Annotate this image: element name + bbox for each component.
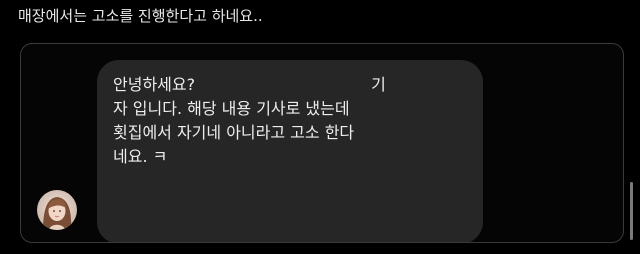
embedded-message-screenshot: 안녕하세요? 기 자 입니다. 해당 내용 기사로 냈는데 횟집에서 자기네 아니…: [20, 43, 624, 243]
avatar-graphic: [37, 190, 77, 230]
message-line-1: 안녕하세요? 기: [113, 73, 473, 97]
message-line-2: 자 입니다. 해당 내용 기사로 냈는데: [113, 99, 350, 118]
message-line-1-tail: 기: [371, 75, 386, 94]
message-line-3: 횟집에서 자기네 아니라고 고소 한다: [113, 123, 355, 142]
message-greeting: 안녕하세요?: [113, 75, 196, 94]
message-bubble: 안녕하세요? 기 자 입니다. 해당 내용 기사로 냈는데 횟집에서 자기네 아니…: [97, 60, 483, 242]
profile-photo-icon[interactable]: [37, 190, 77, 230]
scrollbar-thumb[interactable]: [630, 182, 633, 240]
message-line-4: 네요. ㅋ: [113, 147, 168, 166]
post-caption: 매장에서는 고소를 진행한다고 하네요..: [18, 7, 263, 25]
